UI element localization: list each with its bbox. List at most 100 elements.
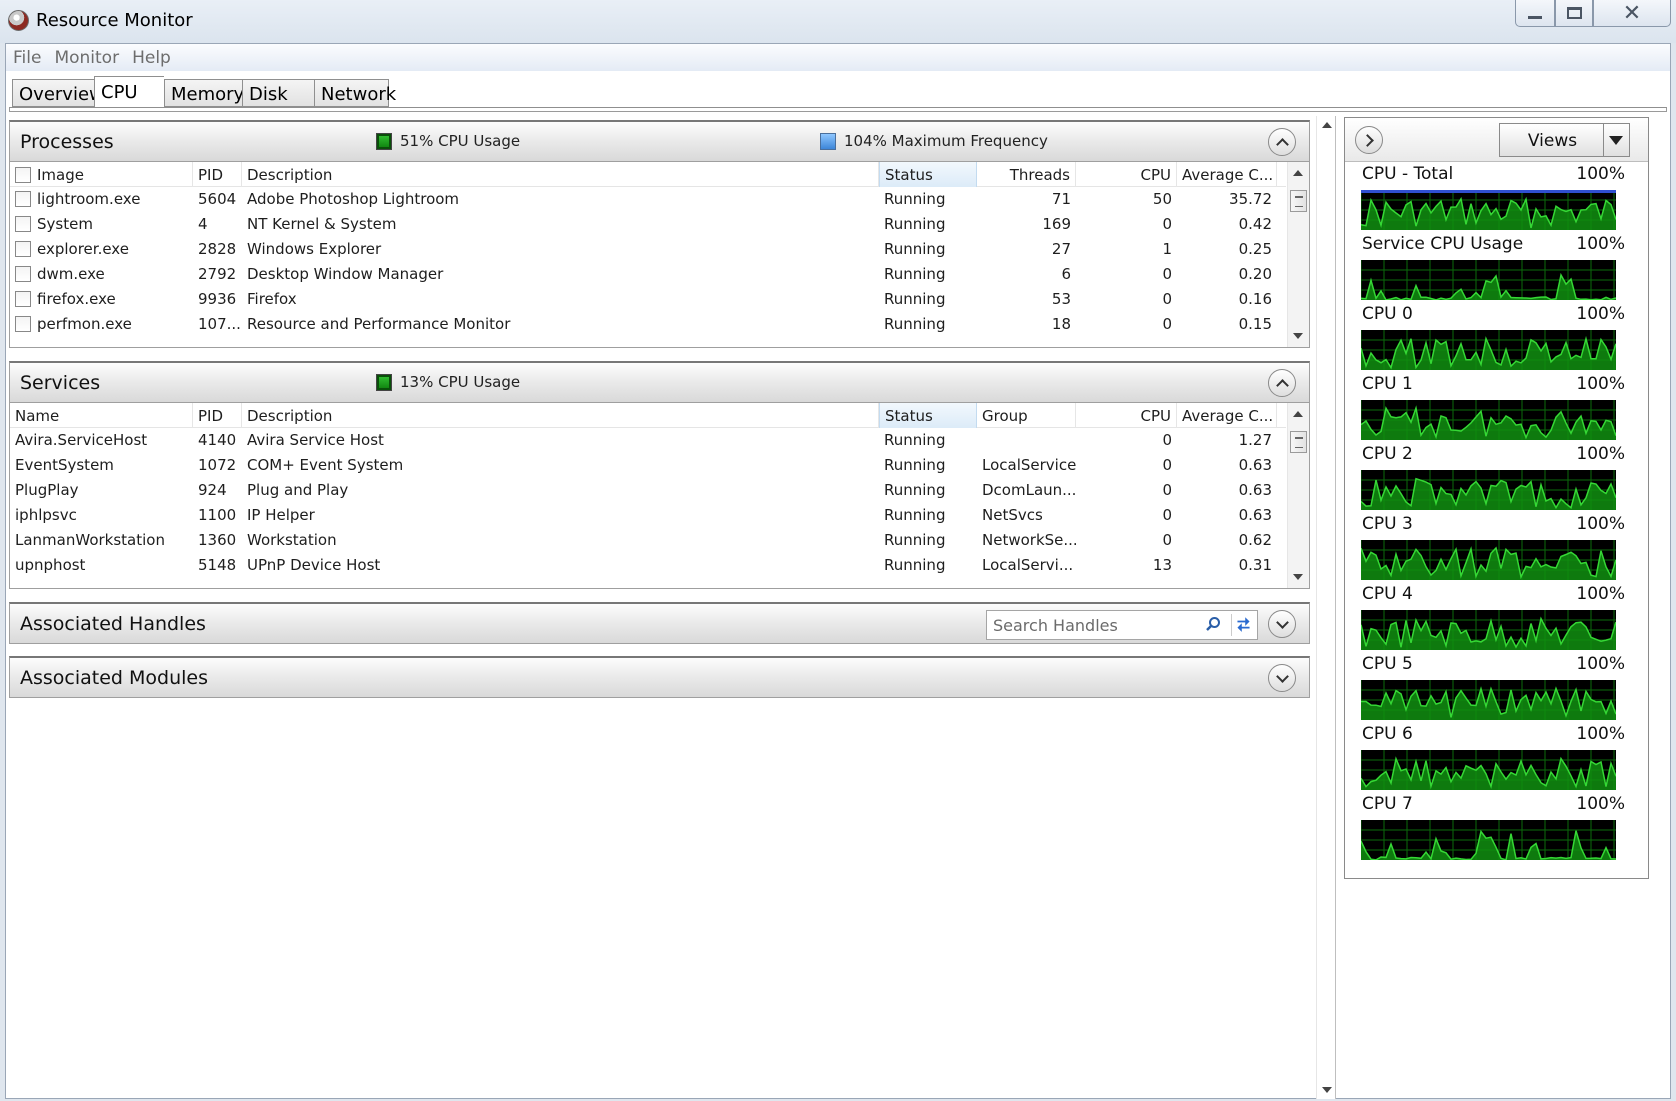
hide-graph-pane-button[interactable] xyxy=(1355,126,1383,154)
column-image[interactable]: Image xyxy=(10,162,193,187)
cpu-cell: 0 xyxy=(1162,265,1172,283)
menu-file[interactable]: File xyxy=(13,48,41,68)
processes-header[interactable]: Processes 51% CPU Usage 104% Maximum Fre… xyxy=(9,120,1310,162)
graph-max-label: 100% xyxy=(1576,514,1625,534)
menu-monitor[interactable]: Monitor xyxy=(54,48,119,68)
tab-disk[interactable]: Disk xyxy=(242,79,314,107)
scroll-up-icon[interactable] xyxy=(1322,122,1332,128)
image-cell: explorer.exe xyxy=(10,237,193,262)
modules-header[interactable]: Associated Modules xyxy=(9,656,1310,698)
tab-memory[interactable]: Memory xyxy=(164,79,244,107)
name-cell: upnphost xyxy=(15,556,86,574)
processes-scrollbar[interactable] xyxy=(1287,162,1309,347)
column-status[interactable]: Status xyxy=(879,162,977,187)
pid-cell: 4 xyxy=(198,215,208,233)
average-cpu-cell: 0.63 xyxy=(1238,456,1272,474)
graph-title: CPU 7 xyxy=(1362,794,1413,814)
handles-header[interactable]: Associated Handles xyxy=(9,602,1310,644)
collapse-processes-button[interactable] xyxy=(1268,128,1296,156)
scroll-thumb[interactable] xyxy=(1290,431,1307,453)
expand-handles-button[interactable] xyxy=(1268,610,1296,638)
processes-panel: Processes 51% CPU Usage 104% Maximum Fre… xyxy=(9,120,1310,348)
services-table: Name PID Description Status Group CPU Av… xyxy=(9,403,1310,589)
description-cell: Resource and Performance Monitor xyxy=(247,315,511,333)
image-cell: dwm.exe xyxy=(10,262,193,287)
column-threads[interactable]: Threads xyxy=(977,162,1076,187)
table-row[interactable]: PlugPlay 924 Plug and Play Running DcomL… xyxy=(10,478,1286,503)
scroll-down-icon[interactable] xyxy=(1293,574,1303,580)
group-cell: LocalService xyxy=(982,456,1076,474)
table-row[interactable]: upnphost 5148 UPnP Device Host Running L… xyxy=(10,553,1286,578)
table-row[interactable]: iphlpsvc 1100 IP Helper Running NetSvcs … xyxy=(10,503,1286,528)
column-average-cpu[interactable]: Average C... xyxy=(1177,403,1277,428)
column-average-cpu[interactable]: Average C... xyxy=(1177,162,1277,187)
column-cpu[interactable]: CPU xyxy=(1076,403,1177,428)
tab-cpu[interactable]: CPU xyxy=(94,76,164,107)
services-header[interactable]: Services 13% CPU Usage xyxy=(9,361,1310,403)
cpu-graph: CPU - Total 100% xyxy=(1345,162,1648,232)
views-label: Views xyxy=(1527,131,1578,151)
close-button[interactable]: ✕ xyxy=(1593,0,1671,27)
scroll-down-icon[interactable] xyxy=(1293,333,1303,339)
average-cpu-cell: 0.15 xyxy=(1238,315,1272,333)
menu-help[interactable]: Help xyxy=(132,48,171,68)
table-row[interactable]: lightroom.exe 5604 Adobe Photoshop Light… xyxy=(10,187,1286,212)
services-table-header: Name PID Description Status Group CPU Av… xyxy=(10,403,1286,428)
table-row[interactable]: System 4 NT Kernel & System Running 169 … xyxy=(10,212,1286,237)
status-cell: Running xyxy=(884,215,946,233)
column-cpu[interactable]: CPU xyxy=(1076,162,1177,187)
row-checkbox[interactable] xyxy=(15,241,31,257)
row-checkbox[interactable] xyxy=(15,291,31,307)
green-swatch-icon xyxy=(376,373,392,391)
menu-bar: File Monitor Help xyxy=(6,44,1670,71)
name-cell: PlugPlay xyxy=(15,481,79,499)
minimize-button[interactable] xyxy=(1515,0,1555,27)
graph-title: CPU 5 xyxy=(1362,654,1413,674)
maximize-icon xyxy=(1566,7,1582,19)
column-description[interactable]: Description xyxy=(242,162,879,187)
search-icon[interactable] xyxy=(1205,616,1221,632)
refresh-icon[interactable] xyxy=(1231,614,1253,636)
maximize-button[interactable] xyxy=(1555,0,1593,27)
tab-network[interactable]: Network xyxy=(314,79,396,107)
row-checkbox[interactable] xyxy=(15,266,31,282)
cpu-graph-plot xyxy=(1361,260,1616,300)
average-cpu-cell: 0.62 xyxy=(1238,531,1272,549)
handles-panel: Associated Handles xyxy=(9,602,1310,644)
table-row[interactable]: dwm.exe 2792 Desktop Window Manager Runn… xyxy=(10,262,1286,287)
image-cell: perfmon.exe xyxy=(10,312,193,337)
main-pane-scrollbar[interactable] xyxy=(1316,116,1336,1099)
scroll-up-icon[interactable] xyxy=(1293,170,1303,176)
select-all-checkbox[interactable] xyxy=(15,167,31,183)
column-group[interactable]: Group xyxy=(977,403,1076,428)
column-pid[interactable]: PID xyxy=(193,162,242,187)
views-button[interactable]: Views xyxy=(1499,123,1630,157)
row-checkbox[interactable] xyxy=(15,216,31,232)
scroll-up-icon[interactable] xyxy=(1293,411,1303,417)
row-checkbox[interactable] xyxy=(15,191,31,207)
cpu-graph: CPU 0 100% xyxy=(1345,302,1648,372)
status-cell: Running xyxy=(884,315,946,333)
table-row[interactable]: Avira.ServiceHost 4140 Avira Service Hos… xyxy=(10,428,1286,453)
dropdown-arrow-icon[interactable] xyxy=(1603,124,1629,156)
tab-overview[interactable]: Overview xyxy=(12,79,104,107)
table-row[interactable]: LanmanWorkstation 1360 Workstation Runni… xyxy=(10,528,1286,553)
column-status[interactable]: Status xyxy=(879,403,977,428)
row-checkbox[interactable] xyxy=(15,316,31,332)
graph-max-label: 100% xyxy=(1576,654,1625,674)
average-cpu-cell: 35.72 xyxy=(1229,190,1272,208)
scroll-thumb[interactable] xyxy=(1290,190,1307,212)
search-handles-input[interactable] xyxy=(987,612,1197,638)
cpu-graph-plot xyxy=(1361,610,1616,650)
expand-modules-button[interactable] xyxy=(1268,664,1296,692)
column-name[interactable]: Name xyxy=(10,403,193,428)
column-pid[interactable]: PID xyxy=(193,403,242,428)
column-description[interactable]: Description xyxy=(242,403,879,428)
collapse-services-button[interactable] xyxy=(1268,369,1296,397)
table-row[interactable]: firefox.exe 9936 Firefox Running 53 0 0.… xyxy=(10,287,1286,312)
table-row[interactable]: perfmon.exe 107... Resource and Performa… xyxy=(10,312,1286,337)
scroll-down-icon[interactable] xyxy=(1322,1087,1332,1093)
services-scrollbar[interactable] xyxy=(1287,403,1309,588)
table-row[interactable]: explorer.exe 2828 Windows Explorer Runni… xyxy=(10,237,1286,262)
table-row[interactable]: EventSystem 1072 COM+ Event System Runni… xyxy=(10,453,1286,478)
